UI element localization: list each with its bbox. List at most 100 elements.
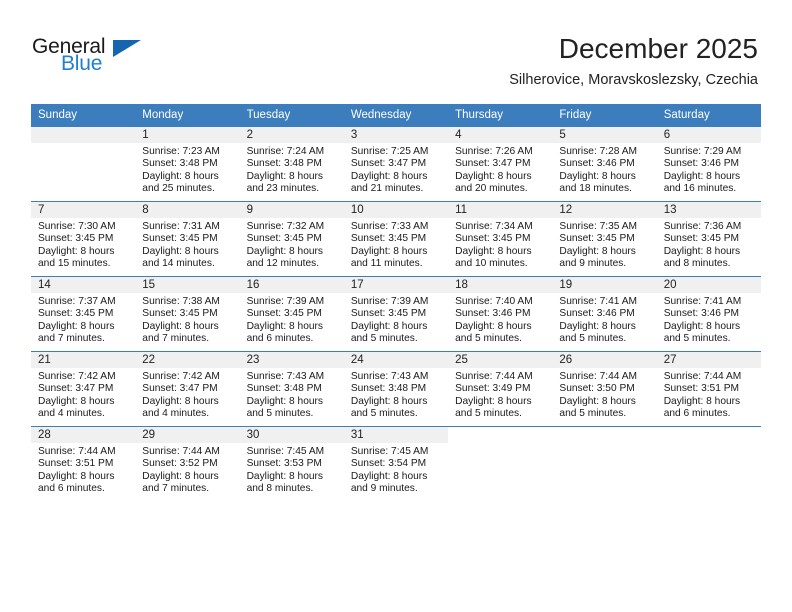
day-number: 22 <box>135 352 240 368</box>
day-cell[interactable]: 29 Sunrise: 7:44 AM Sunset: 3:52 PM Dayl… <box>135 427 240 501</box>
day-cell[interactable]: 24 Sunrise: 7:43 AM Sunset: 3:48 PM Dayl… <box>343 352 449 426</box>
day-cell[interactable] <box>657 427 761 501</box>
day-cell[interactable]: 30 Sunrise: 7:45 AM Sunset: 3:53 PM Dayl… <box>239 427 344 501</box>
calendar-cell[interactable]: 25 Sunrise: 7:44 AM Sunset: 3:49 PM Dayl… <box>448 351 553 427</box>
calendar-cell[interactable]: 26 Sunrise: 7:44 AM Sunset: 3:50 PM Dayl… <box>552 351 657 427</box>
calendar-cell[interactable]: 21 Sunrise: 7:42 AM Sunset: 3:47 PM Dayl… <box>31 351 136 427</box>
day-cell[interactable]: 21 Sunrise: 7:42 AM Sunset: 3:47 PM Dayl… <box>31 352 136 426</box>
day-cell[interactable]: 15 Sunrise: 7:38 AM Sunset: 3:45 PM Dayl… <box>135 277 240 351</box>
sunset-text: Sunset: 3:45 PM <box>455 233 531 245</box>
daylight-text-line1: Daylight: 8 hours <box>559 170 636 182</box>
calendar-cell[interactable]: 31 Sunrise: 7:45 AM Sunset: 3:54 PM Dayl… <box>343 426 449 501</box>
daylight-text-line2: and 5 minutes. <box>350 333 418 345</box>
day-cell[interactable]: 1 Sunrise: 7:23 AM Sunset: 3:48 PM Dayli… <box>135 127 240 201</box>
calendar-cell[interactable]: 18 Sunrise: 7:40 AM Sunset: 3:46 PM Dayl… <box>448 276 553 352</box>
calendar-cell[interactable]: 24 Sunrise: 7:43 AM Sunset: 3:48 PM Dayl… <box>343 351 449 427</box>
day-info: Sunrise: 7:45 AM Sunset: 3:53 PM Dayligh… <box>240 443 344 496</box>
calendar-cell[interactable]: 11 Sunrise: 7:34 AM Sunset: 3:45 PM Dayl… <box>448 201 553 277</box>
day-cell[interactable] <box>31 127 136 201</box>
calendar-cell[interactable]: 2 Sunrise: 7:24 AM Sunset: 3:48 PM Dayli… <box>239 126 344 202</box>
day-info: Sunrise: 7:28 AM Sunset: 3:46 PM Dayligh… <box>552 143 656 196</box>
day-cell[interactable]: 25 Sunrise: 7:44 AM Sunset: 3:49 PM Dayl… <box>448 352 553 426</box>
day-cell[interactable] <box>448 427 552 501</box>
calendar-cell[interactable]: 4 Sunrise: 7:26 AM Sunset: 3:47 PM Dayli… <box>448 126 553 202</box>
day-info: Sunrise: 7:44 AM Sunset: 3:50 PM Dayligh… <box>552 368 656 421</box>
daylight-text-line2: and 11 minutes. <box>350 258 423 270</box>
calendar-cell[interactable]: 1 Sunrise: 7:23 AM Sunset: 3:48 PM Dayli… <box>135 126 240 202</box>
calendar-cell[interactable]: 12 Sunrise: 7:35 AM Sunset: 3:45 PM Dayl… <box>552 201 657 277</box>
calendar-cell[interactable]: 3 Sunrise: 7:25 AM Sunset: 3:47 PM Dayli… <box>343 126 449 202</box>
calendar-cell[interactable]: 29 Sunrise: 7:44 AM Sunset: 3:52 PM Dayl… <box>135 426 240 501</box>
calendar-cell[interactable] <box>656 426 761 501</box>
sunset-text: Sunset: 3:45 PM <box>38 308 114 320</box>
day-cell[interactable]: 7 Sunrise: 7:30 AM Sunset: 3:45 PM Dayli… <box>31 202 136 276</box>
general-blue-logo[interactable]: General Blue <box>32 36 172 84</box>
calendar-cell[interactable]: 27 Sunrise: 7:44 AM Sunset: 3:51 PM Dayl… <box>656 351 761 427</box>
day-number: 17 <box>343 277 449 293</box>
sunset-text: Sunset: 3:51 PM <box>38 458 114 470</box>
day-cell[interactable] <box>552 427 656 501</box>
calendar-cell[interactable]: 9 Sunrise: 7:32 AM Sunset: 3:45 PM Dayli… <box>239 201 344 277</box>
sunset-text: Sunset: 3:46 PM <box>559 308 635 320</box>
location-subtitle: Silherovice, Moravskoslezsky, Czechia <box>509 72 758 88</box>
day-cell[interactable]: 17 Sunrise: 7:39 AM Sunset: 3:45 PM Dayl… <box>343 277 449 351</box>
sunrise-text: Sunrise: 7:42 AM <box>142 371 220 382</box>
sunset-text: Sunset: 3:52 PM <box>142 458 218 470</box>
day-cell[interactable]: 2 Sunrise: 7:24 AM Sunset: 3:48 PM Dayli… <box>239 127 344 201</box>
sunset-text: Sunset: 3:45 PM <box>559 233 635 245</box>
day-cell[interactable]: 19 Sunrise: 7:41 AM Sunset: 3:46 PM Dayl… <box>552 277 657 351</box>
sunrise-text: Sunrise: 7:39 AM <box>246 296 325 307</box>
day-number <box>552 427 656 443</box>
calendar-cell[interactable]: 7 Sunrise: 7:30 AM Sunset: 3:45 PM Dayli… <box>31 201 136 277</box>
day-number: 4 <box>448 127 553 143</box>
calendar-cell[interactable] <box>552 426 657 501</box>
day-cell[interactable]: 12 Sunrise: 7:35 AM Sunset: 3:45 PM Dayl… <box>552 202 657 276</box>
day-cell[interactable]: 20 Sunrise: 7:41 AM Sunset: 3:46 PM Dayl… <box>656 277 761 351</box>
day-info: Sunrise: 7:44 AM Sunset: 3:51 PM Dayligh… <box>31 443 135 496</box>
day-cell[interactable]: 22 Sunrise: 7:42 AM Sunset: 3:47 PM Dayl… <box>135 352 240 426</box>
calendar-cell[interactable] <box>31 126 136 202</box>
calendar-cell[interactable]: 5 Sunrise: 7:28 AM Sunset: 3:46 PM Dayli… <box>552 126 657 202</box>
day-cell[interactable]: 5 Sunrise: 7:28 AM Sunset: 3:46 PM Dayli… <box>552 127 657 201</box>
day-cell[interactable]: 4 Sunrise: 7:26 AM Sunset: 3:47 PM Dayli… <box>448 127 553 201</box>
day-cell[interactable]: 10 Sunrise: 7:33 AM Sunset: 3:45 PM Dayl… <box>343 202 449 276</box>
day-cell[interactable]: 23 Sunrise: 7:43 AM Sunset: 3:48 PM Dayl… <box>239 352 344 426</box>
sunset-text: Sunset: 3:45 PM <box>38 233 114 245</box>
calendar-cell[interactable]: 16 Sunrise: 7:39 AM Sunset: 3:45 PM Dayl… <box>239 276 344 352</box>
day-cell[interactable]: 3 Sunrise: 7:25 AM Sunset: 3:47 PM Dayli… <box>343 127 449 201</box>
calendar-cell[interactable]: 23 Sunrise: 7:43 AM Sunset: 3:48 PM Dayl… <box>239 351 344 427</box>
day-info: Sunrise: 7:23 AM Sunset: 3:48 PM Dayligh… <box>135 143 239 196</box>
day-cell[interactable]: 18 Sunrise: 7:40 AM Sunset: 3:46 PM Dayl… <box>448 277 553 351</box>
calendar-cell[interactable]: 14 Sunrise: 7:37 AM Sunset: 3:45 PM Dayl… <box>31 276 136 352</box>
calendar-cell[interactable]: 8 Sunrise: 7:31 AM Sunset: 3:45 PM Dayli… <box>135 201 240 277</box>
day-cell[interactable]: 8 Sunrise: 7:31 AM Sunset: 3:45 PM Dayli… <box>135 202 240 276</box>
day-cell[interactable]: 13 Sunrise: 7:36 AM Sunset: 3:45 PM Dayl… <box>656 202 761 276</box>
calendar-cell[interactable]: 17 Sunrise: 7:39 AM Sunset: 3:45 PM Dayl… <box>343 276 449 352</box>
day-cell[interactable]: 11 Sunrise: 7:34 AM Sunset: 3:45 PM Dayl… <box>448 202 553 276</box>
day-number <box>448 427 552 443</box>
day-cell[interactable]: 14 Sunrise: 7:37 AM Sunset: 3:45 PM Dayl… <box>31 277 136 351</box>
calendar-cell[interactable]: 15 Sunrise: 7:38 AM Sunset: 3:45 PM Dayl… <box>135 276 240 352</box>
calendar-cell[interactable] <box>448 426 553 501</box>
day-cell[interactable]: 26 Sunrise: 7:44 AM Sunset: 3:50 PM Dayl… <box>552 352 657 426</box>
daylight-text-line2: and 10 minutes. <box>455 258 528 270</box>
day-number: 30 <box>239 427 344 443</box>
day-number: 6 <box>656 127 761 143</box>
day-cell[interactable]: 27 Sunrise: 7:44 AM Sunset: 3:51 PM Dayl… <box>656 352 761 426</box>
calendar-cell[interactable]: 30 Sunrise: 7:45 AM Sunset: 3:53 PM Dayl… <box>239 426 344 501</box>
day-cell[interactable]: 31 Sunrise: 7:45 AM Sunset: 3:54 PM Dayl… <box>343 427 449 501</box>
day-cell[interactable]: 9 Sunrise: 7:32 AM Sunset: 3:45 PM Dayli… <box>239 202 344 276</box>
calendar-cell[interactable]: 28 Sunrise: 7:44 AM Sunset: 3:51 PM Dayl… <box>31 426 136 501</box>
day-cell[interactable]: 16 Sunrise: 7:39 AM Sunset: 3:45 PM Dayl… <box>239 277 344 351</box>
weekday-header-thursday: Thursday <box>448 104 553 127</box>
calendar-cell[interactable]: 10 Sunrise: 7:33 AM Sunset: 3:45 PM Dayl… <box>343 201 449 277</box>
day-number: 10 <box>343 202 449 218</box>
calendar-cell[interactable]: 6 Sunrise: 7:29 AM Sunset: 3:46 PM Dayli… <box>656 126 761 202</box>
calendar-cell[interactable]: 19 Sunrise: 7:41 AM Sunset: 3:46 PM Dayl… <box>552 276 657 352</box>
day-cell[interactable]: 6 Sunrise: 7:29 AM Sunset: 3:46 PM Dayli… <box>656 127 761 201</box>
calendar-cell[interactable]: 20 Sunrise: 7:41 AM Sunset: 3:46 PM Dayl… <box>656 276 761 352</box>
day-cell[interactable]: 28 Sunrise: 7:44 AM Sunset: 3:51 PM Dayl… <box>31 427 136 501</box>
calendar-cell[interactable]: 13 Sunrise: 7:36 AM Sunset: 3:45 PM Dayl… <box>656 201 761 277</box>
calendar-cell[interactable]: 22 Sunrise: 7:42 AM Sunset: 3:47 PM Dayl… <box>135 351 240 427</box>
sunset-text: Sunset: 3:50 PM <box>559 383 635 395</box>
